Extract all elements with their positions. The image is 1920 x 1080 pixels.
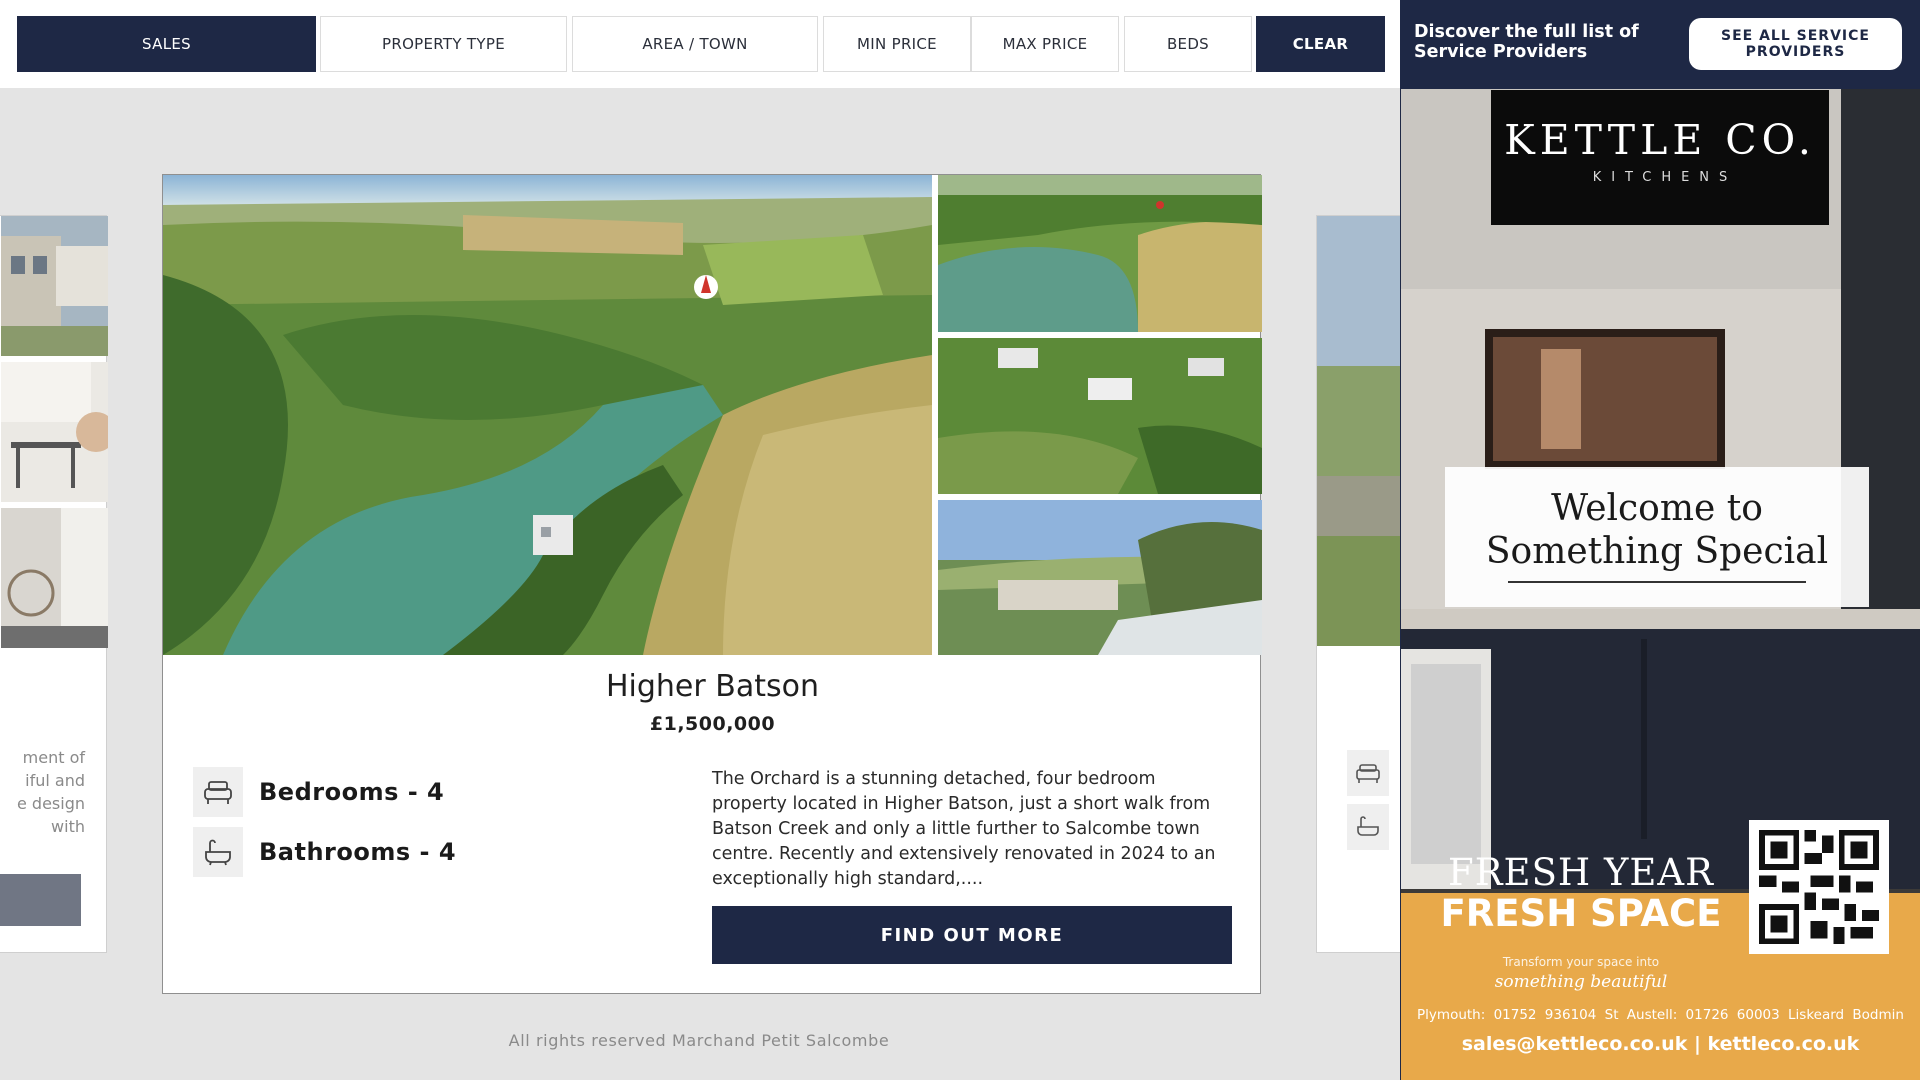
advert-contact-link[interactable]: sales@kettleco.co.uk | kettleco.co.uk xyxy=(1401,1033,1920,1055)
advert-headline: FRESH YEAR FRESH SPACE xyxy=(1411,851,1751,935)
bath-icon xyxy=(193,827,243,877)
min-price-filter[interactable]: MIN PRICE xyxy=(823,16,971,72)
discover-text: Discover the full list of Service Provid… xyxy=(1414,22,1639,62)
welcome-line-1: Welcome to xyxy=(1551,488,1763,529)
welcome-banner: Welcome to Something Special xyxy=(1445,467,1869,607)
next-listing-card[interactable] xyxy=(1316,215,1400,953)
footer-copyright-text: All rights reserved Marchand Petit Salco… xyxy=(508,1031,890,1050)
area-town-filter[interactable]: AREA / TOWN xyxy=(572,16,818,72)
property-title[interactable]: Higher Batson xyxy=(163,669,1262,704)
bed-icon xyxy=(193,767,243,817)
advert-tagline-script: something beautiful xyxy=(1494,972,1668,992)
bathrooms-feature: Bathrooms - 4 xyxy=(193,827,456,877)
listing-area: SALES PROPERTY TYPE AREA / TOWN MIN PRIC… xyxy=(0,0,1400,1080)
bathrooms-label: Bathrooms - 4 xyxy=(259,838,457,866)
footer-copyright: All rights reserved Marchand Petit Salco… xyxy=(0,1031,1400,1050)
welcome-underline xyxy=(1508,581,1806,583)
max-price-filter[interactable]: MAX PRICE xyxy=(971,16,1119,72)
previous-listing-photo xyxy=(1,362,116,502)
headline-line-2: FRESH SPACE xyxy=(1440,892,1722,935)
gallery-thumbnail[interactable] xyxy=(938,500,1262,655)
advert-phone-numbers: Plymouth: 01752 936104 St Austell: 01726… xyxy=(1417,1007,1904,1023)
gallery-thumbnail[interactable] xyxy=(938,338,1262,494)
brand-subtitle: KITCHENS xyxy=(1592,170,1738,185)
welcome-line-2: Something Special xyxy=(1485,531,1829,572)
property-card: Higher Batson £1,500,000 Bedrooms - 4 Ba… xyxy=(162,174,1262,994)
advert-panel: Discover the full list of Service Provid… xyxy=(1400,0,1920,1080)
headline-line-1: FRESH YEAR xyxy=(1448,851,1714,894)
ghost-text-line: ment of xyxy=(22,748,85,767)
brand-name: KETTLE CO. xyxy=(1504,116,1816,164)
bedrooms-label: Bedrooms - 4 xyxy=(259,778,445,806)
kettle-co-advert[interactable]: KETTLE CO. KITCHENS Welcome to Something… xyxy=(1401,89,1920,1080)
previous-listing-photo xyxy=(1,216,108,356)
gallery-thumbnail[interactable] xyxy=(938,175,1262,332)
find-out-more-button[interactable]: FIND OUT MORE xyxy=(712,906,1232,964)
property-gallery[interactable] xyxy=(163,175,1262,655)
main-photo[interactable] xyxy=(163,175,932,655)
qr-code-icon xyxy=(1749,820,1889,954)
advert-tagline: Transform your space into xyxy=(1502,955,1660,969)
previous-listing-photo xyxy=(1,508,108,648)
bath-icon xyxy=(1347,804,1389,850)
ghost-text-line: e design xyxy=(16,794,85,813)
bed-icon xyxy=(1347,750,1389,796)
advert-top-bar: Discover the full list of Service Provid… xyxy=(1400,0,1920,88)
bedrooms-feature: Bedrooms - 4 xyxy=(193,767,444,817)
ghost-text-line: iful and xyxy=(25,771,85,790)
see-all-service-providers-button[interactable]: SEE ALL SERVICE PROVIDERS xyxy=(1689,18,1902,70)
ghost-text-line: with xyxy=(51,817,85,836)
property-price: £1,500,000 xyxy=(649,713,776,735)
clear-button[interactable]: CLEAR xyxy=(1256,16,1385,72)
property-type-filter[interactable]: PROPERTY TYPE xyxy=(320,16,567,72)
kettle-co-logo: KETTLE CO. KITCHENS xyxy=(1491,90,1829,225)
previous-listing-button[interactable] xyxy=(0,874,81,926)
sales-filter-button[interactable]: SALES xyxy=(17,16,316,72)
previous-listing-card[interactable]: ment of iful and e design with xyxy=(0,215,116,953)
property-description: The Orchard is a stunning detached, four… xyxy=(712,769,1216,889)
filter-bar: SALES PROPERTY TYPE AREA / TOWN MIN PRIC… xyxy=(0,0,1400,88)
next-listing-photo xyxy=(1317,216,1400,646)
beds-filter[interactable]: BEDS xyxy=(1124,16,1252,72)
previous-listing-description: ment of iful and e design with xyxy=(0,746,91,838)
